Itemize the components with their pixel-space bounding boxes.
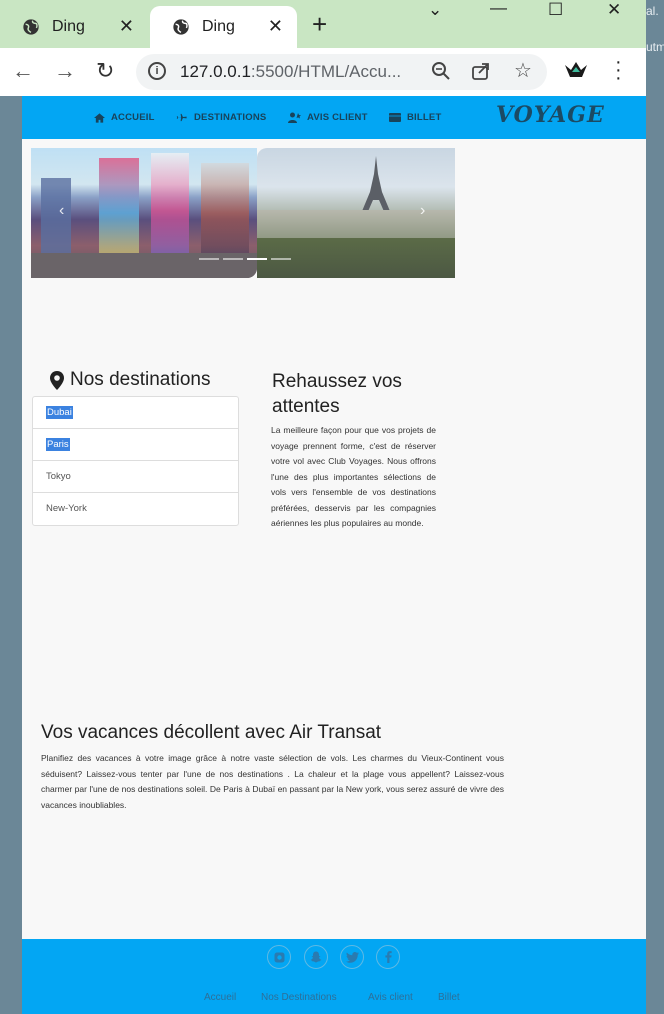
destination-label: Paris (46, 438, 70, 451)
reload-icon[interactable]: ↻ (96, 58, 114, 84)
destinations-title: Nos destinations (70, 369, 211, 390)
bookmark-star-icon[interactable]: ☆ (514, 58, 532, 83)
carousel-indicator[interactable] (199, 258, 219, 260)
carousel-indicator-active[interactable] (247, 258, 267, 260)
nav-destinations-label: DESTINATIONS (194, 112, 267, 123)
globe-icon (173, 19, 189, 35)
rehaussez-paragraph: La meilleure façon pour que vos projets … (271, 425, 436, 528)
carousel-indicator[interactable] (223, 258, 243, 260)
maximize-icon[interactable]: ☐ (548, 0, 563, 20)
footer-link-avis[interactable]: Avis client (368, 992, 413, 1003)
destinations-list: Dubai Paris Tokyo New-York (32, 396, 239, 526)
new-tab-plus-icon[interactable]: + (312, 11, 327, 37)
destination-item-new-york[interactable]: New-York (33, 493, 238, 525)
forward-arrow-icon[interactable]: → (54, 58, 76, 84)
nav-destinations[interactable]: DESTINATIONS (176, 112, 266, 123)
nav-billet-label: BILLET (407, 112, 442, 123)
user-review-icon (288, 112, 301, 123)
twitter-icon[interactable] (340, 945, 364, 969)
eiffel-tower-image (360, 156, 392, 216)
image-carousel: ‹ › (31, 148, 455, 278)
site-info-icon[interactable]: i (148, 62, 166, 80)
background-window-edge: al. utm (646, 0, 664, 1014)
nav-billet[interactable]: BILLET (389, 112, 441, 123)
ticket-icon (389, 113, 401, 122)
close-tab-icon[interactable]: ✕ (268, 16, 283, 37)
minimize-icon[interactable]: — (490, 0, 507, 18)
close-tab-icon[interactable]: ✕ (119, 16, 134, 37)
background-text: utm (646, 40, 664, 54)
share-icon[interactable] (471, 61, 491, 81)
vacances-paragraph: Planifiez des vacances à votre image grâ… (41, 753, 504, 810)
background-text: al. (646, 4, 659, 18)
web-page: ACCUEIL DESTINATIONS AVIS CLIENT BILLET … (22, 96, 646, 1014)
url-text: 127.0.0.1:5500/HTML/Accu... (180, 62, 402, 81)
site-footer: Accueil Nos Destinations Avis client Bil… (22, 939, 646, 1014)
home-icon (94, 112, 105, 123)
extension-crown-icon[interactable] (563, 59, 589, 83)
rehaussez-heading: Rehaussez vos attentes (272, 371, 402, 417)
destination-item-tokyo[interactable]: Tokyo (33, 461, 238, 493)
destination-label: New-York (46, 503, 87, 514)
instagram-icon[interactable] (267, 945, 291, 969)
destinations-heading: Nos destinations (50, 369, 210, 391)
nav-avis-client[interactable]: AVIS CLIENT (288, 112, 368, 123)
nav-accueil-label: ACCUEIL (111, 112, 155, 123)
destination-item-paris[interactable]: Paris (33, 429, 238, 461)
browser-tab-active[interactable]: Ding ✕ (150, 6, 297, 48)
snapchat-icon[interactable] (304, 945, 328, 969)
footer-link-accueil[interactable]: Accueil (204, 992, 236, 1003)
footer-link-destinations[interactable]: Nos Destinations (261, 992, 337, 1003)
destination-label: Dubai (46, 406, 73, 419)
nav-accueil[interactable]: ACCUEIL (94, 112, 155, 123)
nav-avis-label: AVIS CLIENT (307, 112, 368, 123)
tab-title: Ding (52, 18, 85, 35)
back-arrow-icon[interactable]: ← (12, 58, 34, 84)
carousel-indicators (199, 258, 291, 260)
menu-kebab-icon[interactable]: · · · (615, 52, 622, 88)
zoom-icon[interactable] (431, 61, 451, 81)
vacances-heading: Vos vacances décollent avec Air Transat (41, 722, 382, 743)
site-logo[interactable]: VOYAGE (496, 102, 605, 128)
globe-icon (23, 19, 39, 35)
browser-tab-bar: Ding ✕ Ding ✕ + ⌄ — ☐ ✕ (0, 0, 664, 48)
tab-title: Ding (202, 18, 235, 35)
carousel-prev-icon[interactable]: ‹ (59, 202, 64, 220)
destination-item-dubai[interactable]: Dubai (33, 397, 238, 429)
browser-toolbar: ← → ↻ i 127.0.0.1:5500/HTML/Accu... ☆ · ·… (0, 48, 664, 96)
map-pin-icon (50, 370, 64, 390)
destination-label: Tokyo (46, 471, 71, 482)
carousel-indicator[interactable] (271, 258, 291, 260)
facebook-icon[interactable] (376, 945, 400, 969)
site-navbar: ACCUEIL DESTINATIONS AVIS CLIENT BILLET … (22, 96, 646, 139)
footer-link-billet[interactable]: Billet (438, 992, 460, 1003)
plane-icon (176, 113, 187, 122)
browser-tab[interactable]: Ding ✕ (0, 6, 148, 48)
carousel-next-icon[interactable]: › (420, 202, 425, 220)
address-bar[interactable]: i 127.0.0.1:5500/HTML/Accu... ☆ (136, 54, 547, 90)
tab-search-chevron-icon[interactable]: ⌄ (428, 0, 442, 20)
close-window-icon[interactable]: ✕ (607, 0, 621, 20)
